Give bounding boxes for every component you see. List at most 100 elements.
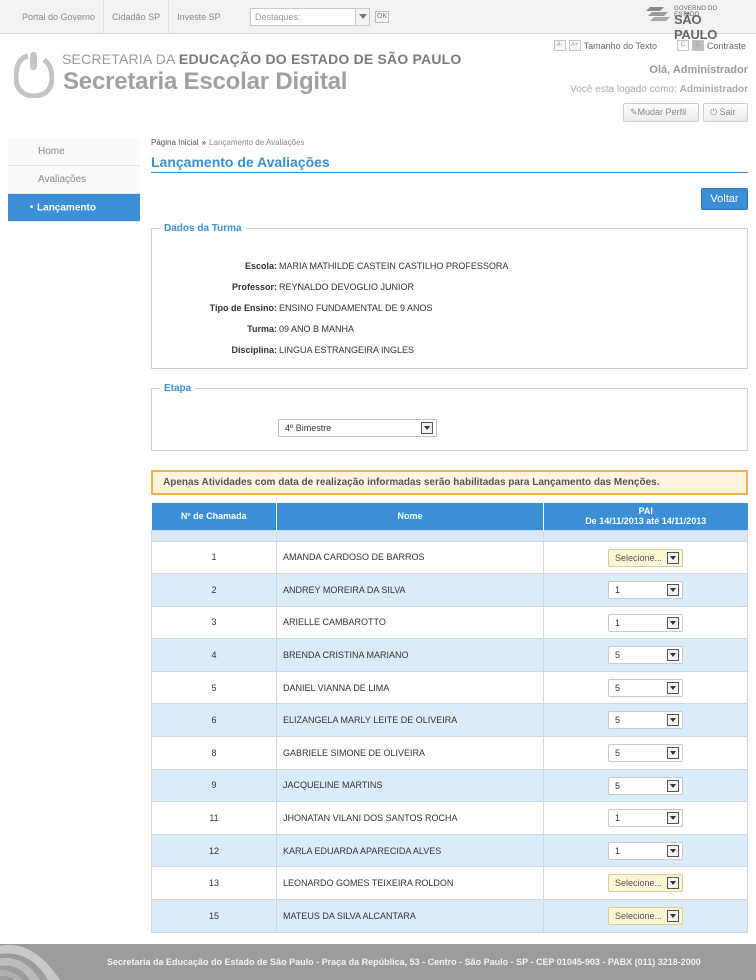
investe-sp-link[interactable]: Investe SP — [169, 0, 229, 34]
mencao-value: 1 — [615, 813, 621, 824]
cell-nome: ANDREY MOREIRA DA SILVA — [276, 573, 544, 607]
mencao-select[interactable]: 5 — [608, 776, 683, 795]
cell-nome: MATEUS DA SILVA ALCANTARA — [276, 899, 544, 933]
mencao-select[interactable]: 5 — [608, 678, 683, 697]
logged-as: Você esta logado como: Administrador — [570, 84, 748, 95]
cell-chamada: 11 — [151, 801, 277, 835]
cell-chamada: 13 — [151, 866, 277, 901]
voltar-button[interactable]: Voltar — [701, 188, 748, 210]
chevron-down-icon — [667, 877, 679, 890]
cell-mencao: 5 — [543, 670, 748, 705]
table-row: 8 GABRIELE SIMONE DE OLIVEIRA 5 — [151, 736, 748, 770]
mencao-select[interactable]: 5 — [608, 711, 683, 730]
sidebar: Home Avaliações Lançamento — [8, 138, 140, 222]
cell-nome: ELIZANGELA MARLY LEITE DE OLIVEIRA — [276, 703, 544, 738]
mencao-select[interactable]: Selecione... — [608, 874, 683, 893]
chevron-down-icon — [667, 649, 679, 662]
dados-turma-legend: Dados da Turma — [164, 223, 242, 234]
logged-prefix: Você esta logado como: — [570, 84, 680, 95]
table-row: 9 JACQUELINE MARTINS 5 — [151, 768, 748, 803]
sidebar-item-lancamento[interactable]: Lançamento — [8, 194, 140, 222]
cell-nome: JHONATAN VILANI DOS SANTOS ROCHA — [276, 801, 544, 835]
destaques-ok-button[interactable]: OK — [375, 11, 389, 23]
col-header-pai: PAI De 14/11/2013 até 14/11/2013 — [543, 503, 748, 530]
col-header-pai-label: PAI — [638, 506, 653, 517]
cell-nome: JACQUELINE MARTINS — [276, 768, 544, 803]
chevron-down-icon — [355, 9, 369, 25]
mencao-select[interactable]: 1 — [608, 581, 683, 600]
mencao-value: 1 — [615, 845, 621, 856]
field-value: REYNALDO DEVOGLIO JUNIOR — [279, 282, 415, 292]
accessibility-tools: A- A+ Tamanho do Texto C C Contraste — [553, 40, 746, 51]
contrast-light-button[interactable]: C — [676, 40, 689, 51]
chevron-down-icon — [667, 844, 679, 857]
cell-nome: AMANDA CARDOSO DE BARROS — [276, 540, 544, 575]
etapa-panel: Etapa 4º Bimestre — [151, 383, 748, 451]
top-bar: Portal do Governo Cidadão SP Investe SP … — [0, 0, 756, 42]
cell-chamada: 5 — [151, 670, 277, 705]
col-header-nome: Nome — [276, 503, 544, 530]
field-value: MARIA MATHILDE CASTEIN CASTILHO PROFESSO… — [279, 261, 509, 271]
mudar-perfil-button[interactable]: ✎Mudar Perfil — [623, 103, 699, 122]
gov-logo-big-text: SÃO PAULO — [674, 12, 718, 42]
mencao-value: 1 — [615, 585, 621, 596]
mencao-select[interactable]: 5 — [608, 744, 683, 763]
cell-mencao: Selecione... — [543, 899, 748, 933]
mencao-value: Selecione... — [615, 911, 663, 922]
table-row: 4 BRENDA CRISTINA MARIANO 5 — [151, 638, 748, 672]
table-row: 5 DANIEL VIANNA DE LIMA 5 — [151, 670, 748, 705]
gov-sp-logo[interactable]: GOVERNO DO ESTADO SÃO PAULO — [646, 5, 740, 42]
cell-mencao: 1 — [543, 605, 748, 640]
cell-mencao: 5 — [543, 768, 748, 803]
mencao-select[interactable]: 1 — [608, 613, 683, 632]
mencoes-table: Nº de Chamada Nome PAI De 14/11/2013 até… — [151, 503, 748, 933]
field-label: Escola: — [244, 261, 277, 271]
mencao-select[interactable]: 5 — [608, 646, 683, 665]
cell-nome: ARIELLE CAMBAROTTO — [276, 605, 544, 640]
mencao-select[interactable]: Selecione... — [608, 548, 683, 567]
footer-address: Secretaria da Educação do Estado de São … — [107, 957, 701, 967]
portal-governo-link[interactable]: Portal do Governo — [14, 0, 105, 34]
cell-chamada: 2 — [151, 573, 277, 607]
mencao-select[interactable]: 1 — [608, 809, 683, 828]
chevron-down-icon — [667, 779, 679, 792]
cell-nome: GABRIELE SIMONE DE OLIVEIRA — [276, 736, 544, 770]
chevron-down-icon — [421, 422, 433, 434]
cidadao-sp-link[interactable]: Cidadão SP — [104, 0, 170, 34]
field-value: LINGUA ESTRANGEIRA INGLES — [279, 345, 415, 355]
title-divider — [151, 172, 748, 173]
etapa-select[interactable]: 4º Bimestre — [278, 419, 437, 437]
chevron-down-icon — [667, 681, 679, 694]
contrast-dark-button[interactable]: C — [691, 40, 704, 51]
table-row: 1 AMANDA CARDOSO DE BARROS Selecione... — [151, 540, 748, 575]
destaques-placeholder: Destaques: — [255, 12, 301, 22]
chevron-down-icon — [667, 747, 679, 760]
text-size-label: Tamanho do Texto — [583, 40, 657, 51]
table-row: 11 JHONATAN VILANI DOS SANTOS ROCHA 1 — [151, 801, 748, 835]
sidebar-item-home[interactable]: Home — [8, 138, 140, 166]
table-row: 3 ARIELLE CAMBAROTTO 1 — [151, 605, 748, 640]
cell-chamada: 6 — [151, 703, 277, 738]
mencao-value: 5 — [615, 780, 621, 791]
table-row: 15 MATEUS DA SILVA ALCANTARA Selecione... — [151, 899, 748, 933]
mencao-value: 5 — [615, 715, 621, 726]
gov-links: Portal do Governo Cidadão SP Investe SP — [14, 0, 229, 34]
mencao-value: Selecione... — [615, 552, 663, 563]
cell-chamada: 12 — [151, 833, 277, 868]
sair-button[interactable]: ⏻ Sair — [703, 103, 748, 122]
cell-mencao: 5 — [543, 703, 748, 738]
destaques-select[interactable]: Destaques: — [250, 8, 370, 26]
cell-mencao: Selecione... — [543, 540, 748, 575]
mencao-select[interactable]: Selecione... — [608, 907, 683, 926]
cell-chamada: 1 — [151, 540, 277, 575]
text-increase-button[interactable]: A+ — [568, 40, 581, 51]
cell-mencao: 1 — [543, 833, 748, 868]
mencao-select[interactable]: 1 — [608, 841, 683, 860]
breadcrumb-home[interactable]: Página Inicial — [151, 138, 199, 147]
cell-mencao: 1 — [543, 801, 748, 835]
cell-mencao: 5 — [543, 638, 748, 672]
table-spacer-row — [151, 529, 748, 542]
gov-sp-stripes-icon — [646, 7, 670, 21]
sidebar-item-avaliacoes[interactable]: Avaliações — [8, 166, 140, 194]
text-decrease-button[interactable]: A- — [553, 40, 566, 51]
